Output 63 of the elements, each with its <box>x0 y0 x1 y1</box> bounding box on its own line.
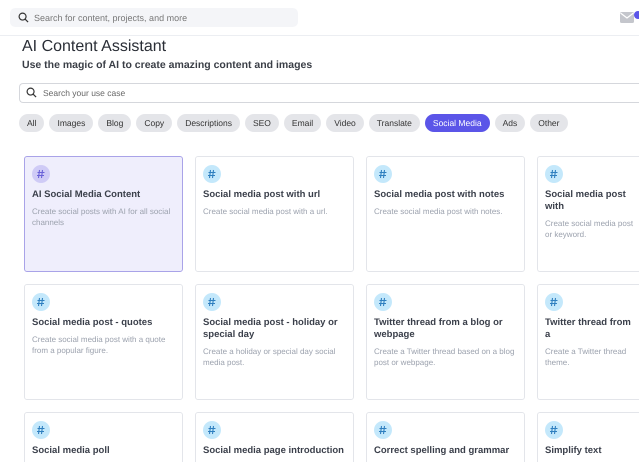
hashtag-icon <box>545 293 563 311</box>
template-card[interactable]: Twitter thread from a Create a Twitter thread theme. <box>537 284 639 400</box>
template-card[interactable]: Social media page introduction <box>195 412 354 462</box>
filter-chip[interactable]: All <box>19 114 44 132</box>
page-subtitle: Use the magic of AI to create amazing content and images <box>21 58 314 72</box>
card-description: Create a Twitter thread theme. <box>545 346 628 368</box>
card-description: Create a Twitter thread based on a blog post or webpage. <box>374 346 516 368</box>
hashtag-icon <box>203 421 221 439</box>
filter-chip[interactable]: Email <box>284 114 322 132</box>
hashtag-icon <box>545 165 563 183</box>
template-card[interactable]: Social media post with url Create social media post with a url. <box>195 156 354 272</box>
hashtag-icon <box>203 165 221 183</box>
card-description: Create social media post with a url. <box>203 206 328 217</box>
card-title: Social media post with url <box>203 189 322 201</box>
card-description: Create social posts with AI for all social channels <box>32 206 172 228</box>
hashtag-icon <box>32 421 50 439</box>
use-case-search-field[interactable]: Search your use case <box>19 83 639 103</box>
hashtag-icon <box>374 293 392 311</box>
card-title: Simplify text <box>545 445 602 457</box>
filter-chip[interactable]: Blog <box>98 114 132 132</box>
card-title: Social media post - holiday or special day <box>203 317 339 341</box>
hashtag-icon <box>374 165 392 183</box>
card-title: Social media poll <box>32 445 111 457</box>
card-description: Create social media post with notes. <box>374 206 504 217</box>
card-title: Social media page introduction <box>203 445 345 457</box>
card-title: Social media post with notes <box>374 189 506 201</box>
template-card[interactable]: Social media post with notes Create social media post with notes. <box>366 156 525 272</box>
card-title: AI Social Media Content <box>32 189 142 201</box>
card-description: Create social media post with a quote from a popular figure. <box>32 334 166 356</box>
hashtag-icon <box>32 293 50 311</box>
template-card[interactable]: AI Social Media Content Create social posts with AI for all social channels <box>24 156 183 272</box>
template-card[interactable]: Social media post - quotes Create social media post with a quote from a popular figure. <box>24 284 183 400</box>
page-title: AI Content Assistant <box>21 37 168 57</box>
filter-chip[interactable]: SEO <box>244 114 279 132</box>
hashtag-icon <box>32 165 50 183</box>
card-title: Social media post - quotes <box>32 317 154 329</box>
card-description: Create a holiday or special day social media post. <box>203 346 337 368</box>
template-card[interactable]: Social media poll <box>24 412 183 462</box>
filter-chip[interactable]: Social Media <box>424 114 490 132</box>
filter-chip[interactable]: Copy <box>136 114 172 132</box>
filter-chip[interactable]: Images <box>49 114 94 132</box>
card-title: Social media post with <box>545 189 627 213</box>
template-card[interactable]: Correct spelling and grammar <box>366 412 525 462</box>
template-card[interactable]: Simplify text <box>537 412 639 462</box>
card-title: Twitter thread from a blog or webpage <box>374 317 504 341</box>
hashtag-icon <box>374 421 392 439</box>
envelope-icon[interactable] <box>620 11 639 24</box>
template-card[interactable]: Twitter thread from a blog or webpage Create a Twitter thread based on a blog post or webpage. <box>366 284 525 400</box>
filter-chip[interactable]: Translate <box>368 114 420 132</box>
card-description: Create social media post or keyword. <box>545 218 634 240</box>
global-search-field[interactable]: Search for content, projects, and more <box>10 8 298 27</box>
search-icon <box>26 87 37 98</box>
card-title: Correct spelling and grammar <box>374 445 510 457</box>
search-icon <box>18 12 29 23</box>
template-card[interactable]: Social media post - holiday or special day Create a holiday or special day social media post. <box>195 284 354 400</box>
filter-chip[interactable]: Other <box>530 114 568 132</box>
filter-chip[interactable]: Ads <box>494 114 526 132</box>
template-card[interactable]: Social media post with Create social media post or keyword. <box>537 156 639 272</box>
hashtag-icon <box>545 421 563 439</box>
card-title: Twitter thread from a <box>545 317 632 341</box>
filter-chip[interactable]: Descriptions <box>177 114 240 132</box>
filter-chip[interactable]: Video <box>326 114 364 132</box>
hashtag-icon <box>203 293 221 311</box>
